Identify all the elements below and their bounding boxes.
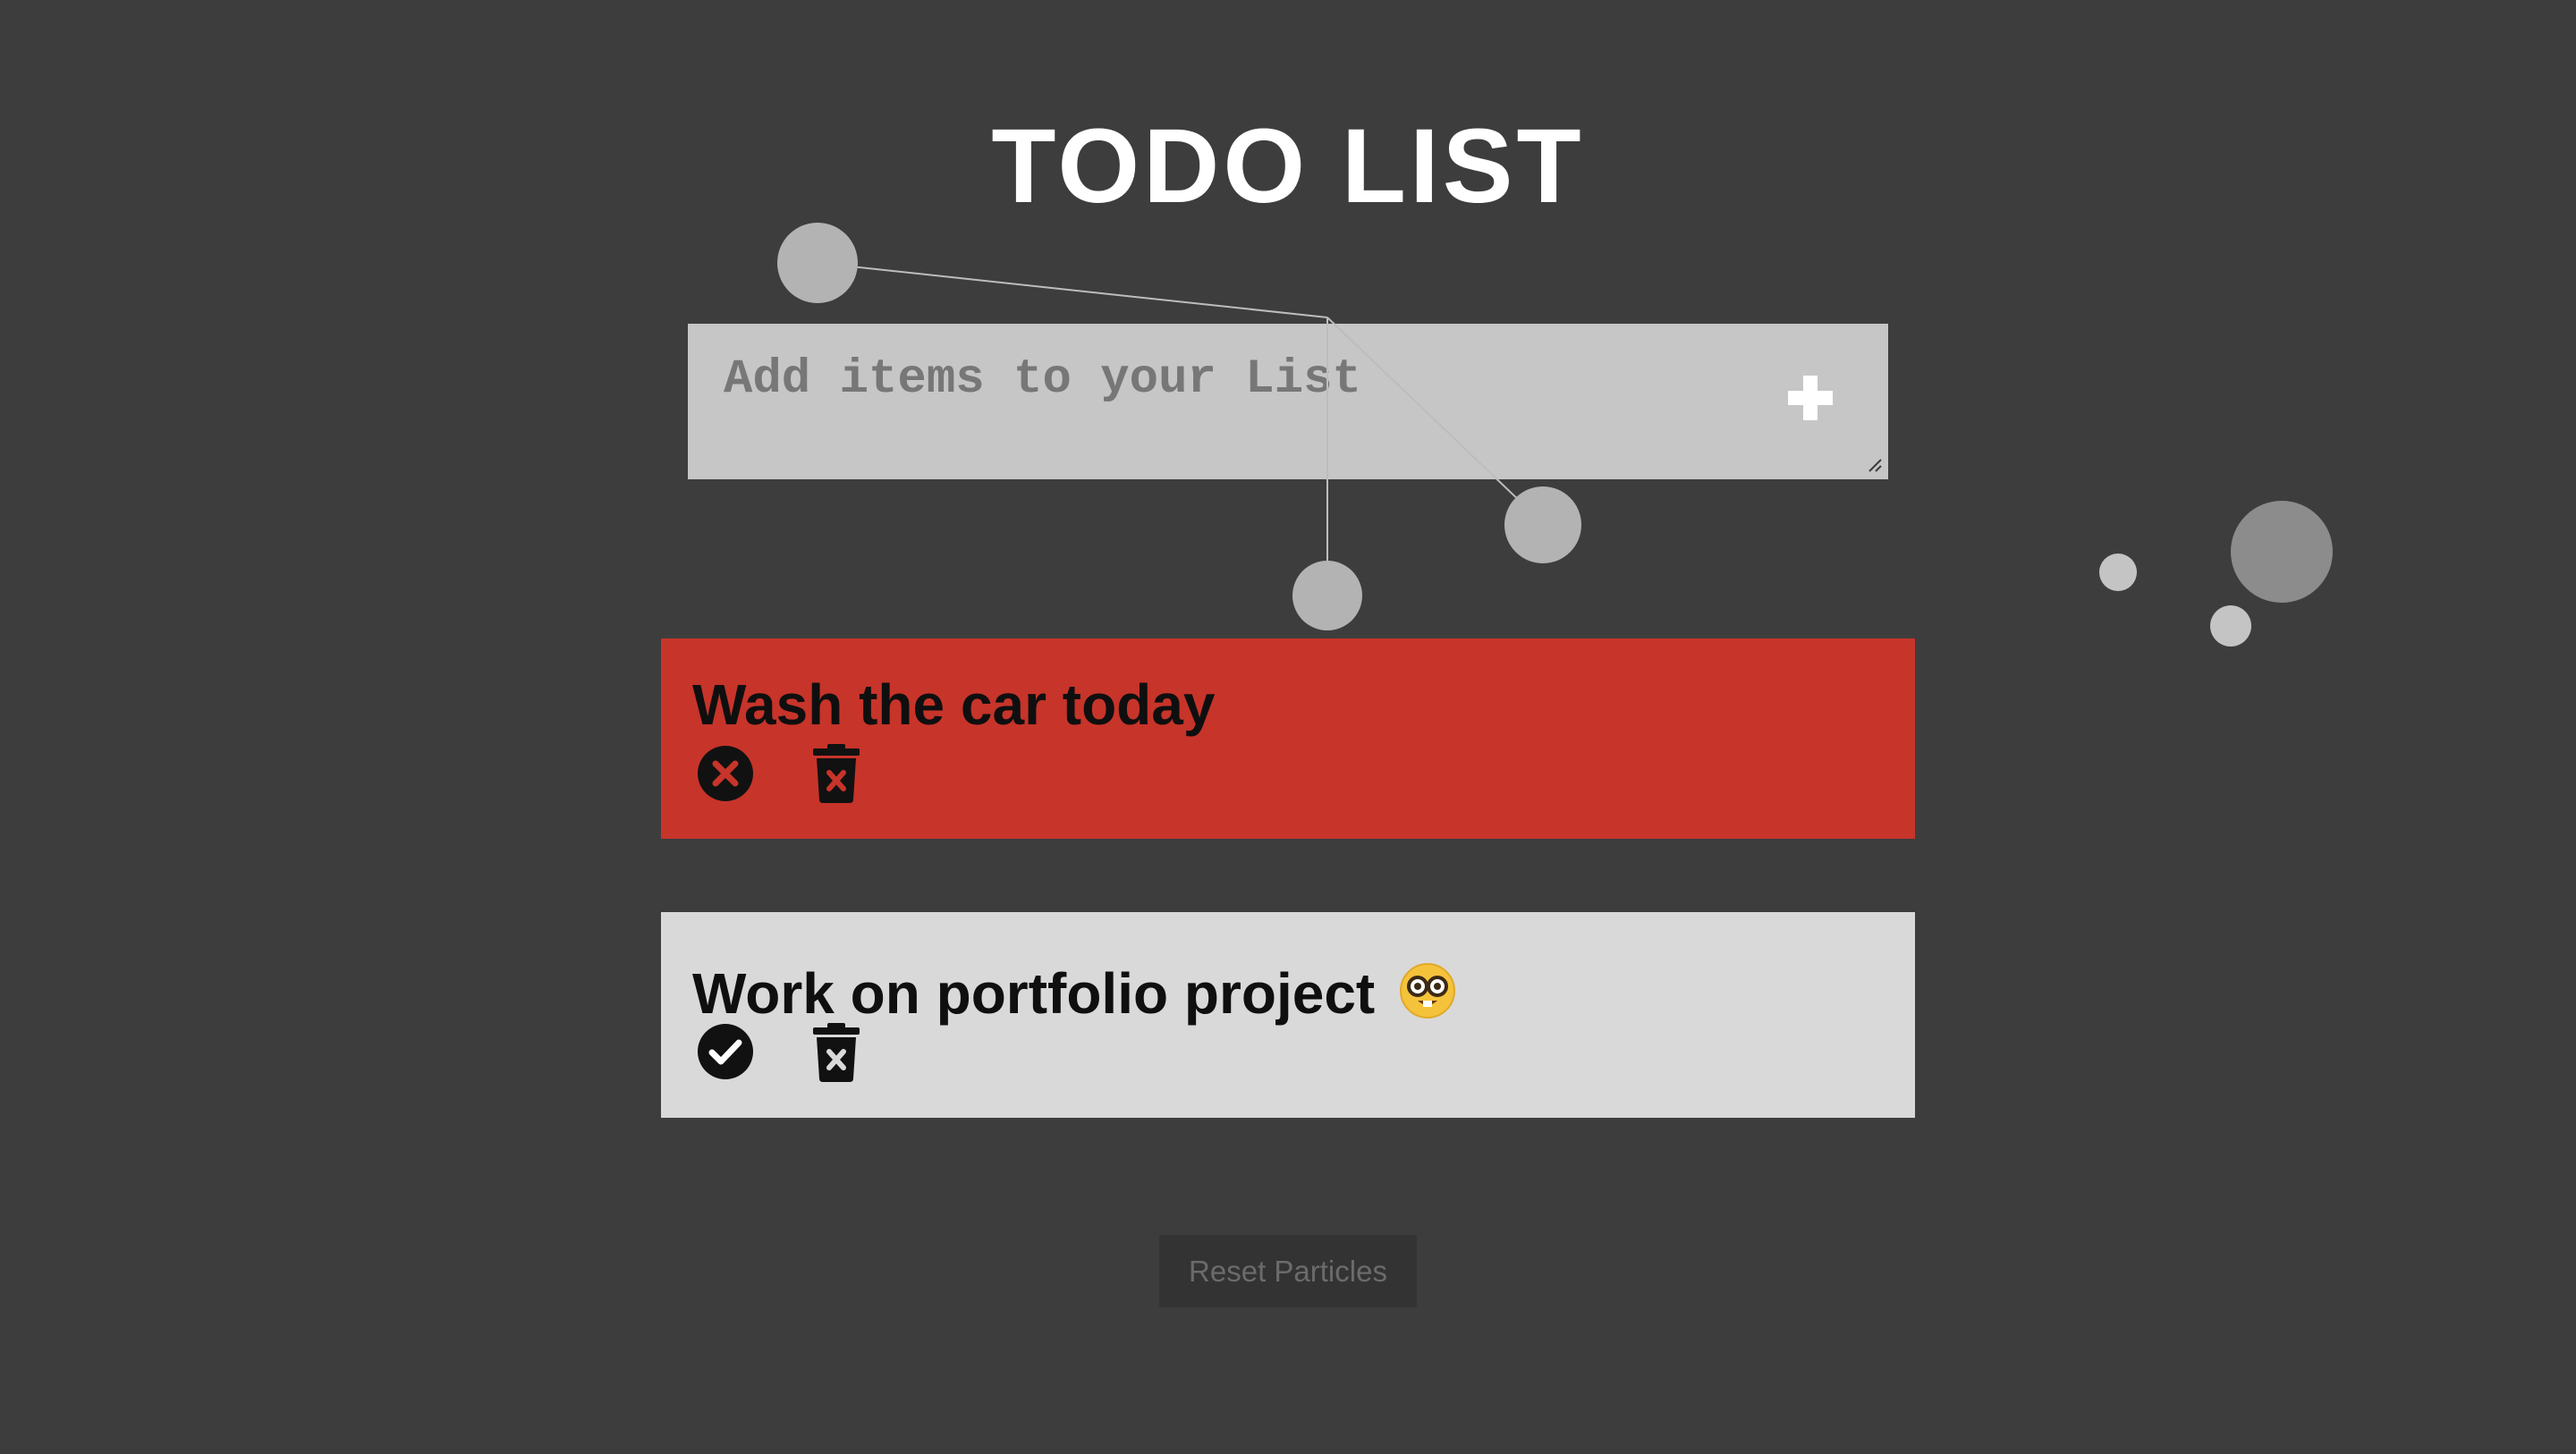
trash-icon bbox=[813, 1023, 860, 1082]
trash-icon bbox=[813, 744, 860, 803]
particle-link bbox=[817, 262, 1328, 318]
nerd-face-emoji-icon bbox=[1400, 963, 1455, 1019]
todo-label: Work on portfolio project bbox=[692, 961, 1376, 1026]
page-title: TODO LIST bbox=[991, 107, 1585, 225]
todo-label: Wash the car today bbox=[692, 672, 1216, 737]
particle bbox=[1504, 486, 1581, 563]
particle bbox=[1292, 561, 1362, 630]
todo-item: Wash the car today bbox=[661, 638, 1915, 839]
add-item-form bbox=[688, 324, 1888, 479]
add-item-input[interactable] bbox=[688, 324, 1888, 479]
resize-grip-icon[interactable] bbox=[1867, 457, 1883, 473]
add-item-button[interactable] bbox=[1779, 367, 1842, 429]
reset-particles-button[interactable]: Reset Particles bbox=[1159, 1235, 1417, 1307]
x-circle-icon bbox=[698, 746, 753, 801]
particle bbox=[2099, 554, 2137, 591]
toggle-complete-button[interactable] bbox=[697, 1023, 754, 1080]
particle bbox=[2210, 605, 2251, 647]
delete-button[interactable] bbox=[813, 744, 860, 803]
toggle-complete-button[interactable] bbox=[697, 745, 754, 802]
delete-button[interactable] bbox=[813, 1023, 860, 1082]
particle bbox=[2231, 501, 2333, 603]
todo-text: Work on portfolio project bbox=[692, 960, 1455, 1027]
particle bbox=[777, 223, 858, 303]
check-circle-icon bbox=[698, 1024, 753, 1079]
todo-text: Wash the car today bbox=[692, 672, 1215, 738]
todo-item: Work on portfolio project bbox=[661, 912, 1915, 1118]
plus-icon bbox=[1788, 376, 1833, 420]
